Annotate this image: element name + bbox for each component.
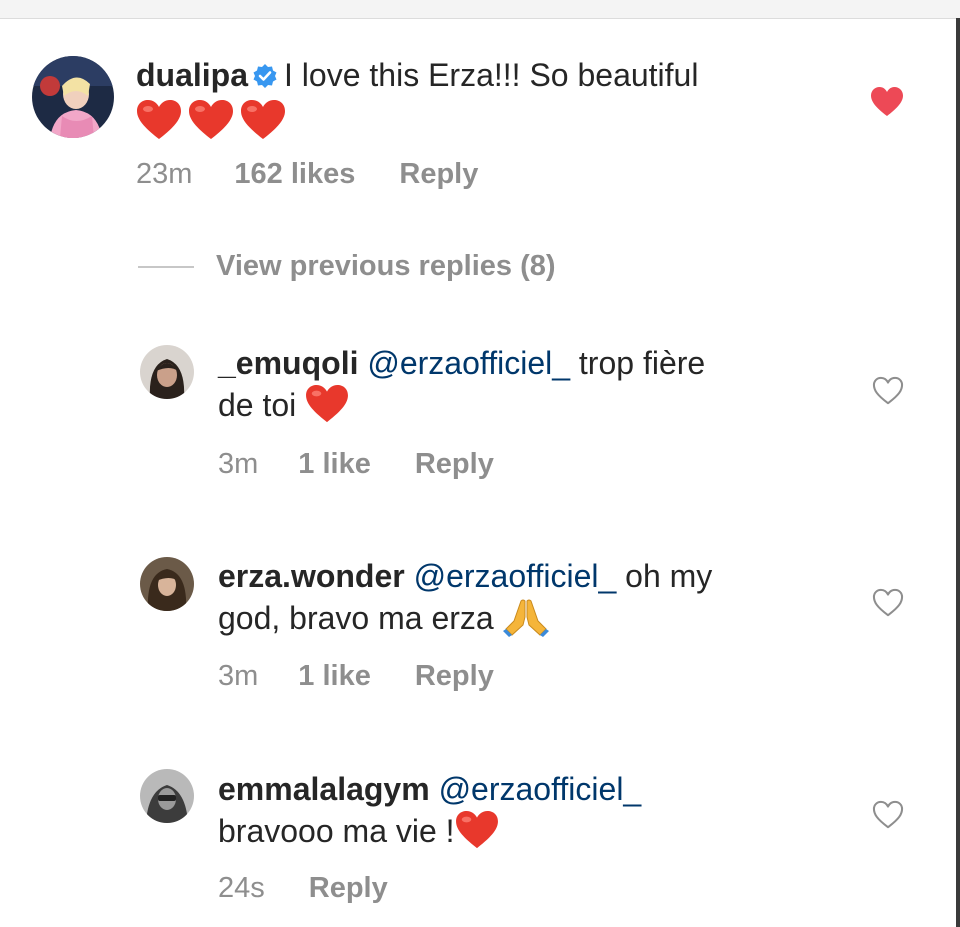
likes-count-button[interactable]: 1 like: [298, 660, 371, 693]
avatar-erza-wonder[interactable]: [140, 557, 194, 611]
comment-body-dualipa: I love this Erza!!! So beautiful: [284, 57, 699, 93]
mention-link[interactable]: @erzaofficiel_: [367, 345, 570, 381]
avatar-emmalalagym[interactable]: [140, 769, 194, 823]
red-heart-emoji-icon: [240, 99, 286, 151]
red-heart-emoji-icon: [188, 99, 234, 151]
verified-badge-icon: [252, 57, 278, 99]
timestamp: 3m: [218, 660, 259, 692]
reply-emuqoli: _emuqoli @erzaofficiel_ trop fière de to…: [218, 342, 838, 434]
username-erza-wonder[interactable]: erza.wonder: [218, 558, 405, 594]
red-heart-emoji-icon: [305, 384, 349, 434]
avatar-dualipa[interactable]: [32, 56, 114, 138]
reply-button[interactable]: Reply: [415, 660, 494, 693]
timestamp: 3m: [218, 448, 259, 480]
reply-body-line2: bravooo ma vie !: [218, 813, 455, 849]
heart-filled-icon[interactable]: [870, 86, 904, 118]
reply-button[interactable]: Reply: [399, 158, 478, 191]
reply-button[interactable]: Reply: [415, 448, 494, 481]
red-heart-emoji-icon: [136, 99, 182, 151]
reply-emmalalagym: emmalalagym @erzaofficiel_ bravooo ma vi…: [218, 768, 838, 860]
mention-link[interactable]: @erzaofficiel_: [439, 771, 642, 807]
red-heart-emoji-icon: [455, 810, 499, 860]
comment-meta-dualipa: 23m 162 likes Reply: [136, 158, 478, 191]
reply-button[interactable]: Reply: [309, 872, 388, 905]
timestamp: 23m: [136, 158, 193, 190]
folded-hands-emoji-icon: [502, 597, 549, 647]
view-previous-replies-button[interactable]: View previous replies (8): [138, 250, 556, 283]
likes-count-button[interactable]: 1 like: [298, 448, 371, 481]
username-dualipa[interactable]: dualipa: [136, 57, 248, 93]
username-emmalalagym[interactable]: emmalalagym: [218, 771, 430, 807]
reply-body-line2: god, bravo ma erza: [218, 600, 494, 636]
heart-outline-icon[interactable]: [872, 800, 906, 832]
mention-link[interactable]: @erzaofficiel_: [414, 558, 617, 594]
timestamp: 24s: [218, 872, 265, 904]
window-edge: [956, 18, 960, 927]
divider-line: [138, 265, 194, 268]
reply-meta-emuqoli: 3m 1 like Reply: [218, 448, 494, 481]
heart-outline-icon[interactable]: [872, 588, 906, 620]
username-emuqoli[interactable]: _emuqoli: [218, 345, 358, 381]
top-divider: [0, 0, 960, 19]
view-previous-replies-label: View previous replies (8): [216, 250, 556, 282]
reply-body-line1: trop fière: [578, 345, 706, 381]
comment-dualipa: dualipa I love this Erza!!! So beautiful: [136, 54, 856, 151]
reply-body-line2: de toi: [218, 387, 297, 423]
heart-outline-icon[interactable]: [872, 376, 906, 408]
avatar-emuqoli[interactable]: [140, 345, 194, 399]
reply-meta-emmalalagym: 24s Reply: [218, 872, 388, 905]
reply-erza-wonder: erza.wonder @erzaofficiel_ oh my god, br…: [218, 555, 838, 647]
reply-meta-erza-wonder: 3m 1 like Reply: [218, 660, 494, 693]
reply-body-line1: oh my: [625, 558, 713, 594]
likes-count-button[interactable]: 162 likes: [234, 158, 355, 191]
